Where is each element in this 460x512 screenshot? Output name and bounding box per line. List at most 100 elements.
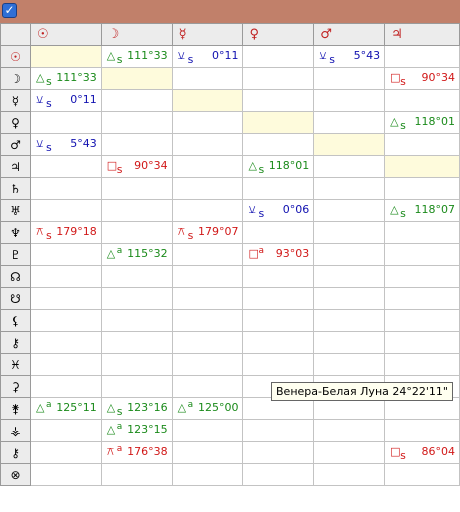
row-header-3[interactable]: ♀ [0, 111, 31, 134]
aspect-cell[interactable] [100, 199, 173, 222]
aspect-cell[interactable] [242, 111, 315, 134]
aspect-cell[interactable] [384, 419, 460, 442]
aspect-cell[interactable] [100, 221, 173, 244]
aspect-cell[interactable]: △ s 111°33 [100, 45, 173, 68]
row-header-6[interactable]: ♄ [0, 177, 31, 200]
aspect-cell[interactable] [171, 331, 244, 354]
aspect-cell[interactable] [100, 309, 173, 332]
row-header-4[interactable]: ♂ [0, 133, 31, 156]
row-header-11[interactable]: ☋ [0, 287, 31, 310]
row-header-18[interactable]: ⚷ [0, 441, 31, 464]
column-header-1[interactable]: ☽ [100, 23, 173, 46]
aspect-cell[interactable] [242, 331, 315, 354]
aspect-cell[interactable] [242, 67, 315, 90]
aspect-cell[interactable] [171, 441, 244, 464]
column-header-4[interactable]: ♂ [313, 23, 386, 46]
aspect-cell[interactable]: □ a 93°03 [242, 243, 315, 266]
row-header-19[interactable]: ⊗ [0, 463, 31, 486]
aspect-cell[interactable]: ⚺ s 0°06 [242, 199, 315, 222]
aspect-cell[interactable] [313, 221, 386, 244]
aspect-cell[interactable] [100, 463, 173, 486]
aspect-cell[interactable] [384, 89, 460, 112]
aspect-cell[interactable]: ⚻ s 179°07 [171, 221, 244, 244]
row-header-7[interactable]: ♅ [0, 199, 31, 222]
aspect-cell[interactable] [29, 441, 102, 464]
aspect-cell[interactable] [29, 309, 102, 332]
aspect-cell[interactable] [313, 419, 386, 442]
row-header-2[interactable]: ☿ [0, 89, 31, 112]
aspect-cell[interactable] [29, 287, 102, 310]
aspect-cell[interactable] [313, 441, 386, 464]
aspect-cell[interactable] [29, 177, 102, 200]
aspect-cell[interactable]: △ s 111°33 [29, 67, 102, 90]
aspect-cell[interactable] [313, 353, 386, 376]
aspect-cell[interactable] [384, 331, 460, 354]
row-header-1[interactable]: ☽ [0, 67, 31, 90]
aspect-cell[interactable] [384, 45, 460, 68]
aspect-cell[interactable] [171, 265, 244, 288]
aspect-cell[interactable] [242, 353, 315, 376]
aspect-cell[interactable] [313, 89, 386, 112]
aspect-cell[interactable] [171, 243, 244, 266]
aspect-cell[interactable] [242, 89, 315, 112]
aspect-cell[interactable] [313, 111, 386, 134]
aspect-cell[interactable] [313, 463, 386, 486]
aspect-cell[interactable]: △ s 123°16 [100, 397, 173, 420]
aspect-cell[interactable] [100, 111, 173, 134]
row-header-8[interactable]: ♆ [0, 221, 31, 244]
row-header-16[interactable]: ⚵ [0, 397, 31, 420]
aspect-cell[interactable] [384, 221, 460, 244]
aspect-cell[interactable] [242, 287, 315, 310]
aspect-cell[interactable] [313, 67, 386, 90]
column-header-2[interactable]: ☿ [171, 23, 244, 46]
aspect-cell[interactable] [29, 111, 102, 134]
aspect-cell[interactable] [171, 177, 244, 200]
aspect-cell[interactable] [242, 419, 315, 442]
aspect-cell[interactable] [100, 375, 173, 398]
column-header-5[interactable]: ♃ [384, 23, 460, 46]
aspect-cell[interactable] [384, 177, 460, 200]
row-header-17[interactable]: ⚶ [0, 419, 31, 442]
aspect-cell[interactable]: □ s 90°34 [100, 155, 173, 178]
aspect-cell[interactable] [242, 221, 315, 244]
row-header-14[interactable]: ♓ [0, 353, 31, 376]
aspect-cell[interactable]: △ s 118°01 [242, 155, 315, 178]
aspect-cell[interactable]: ⚺ s 5°43 [313, 45, 386, 68]
aspect-cell[interactable]: △ a 125°00 [171, 397, 244, 420]
column-header-0[interactable]: ☉ [29, 23, 102, 46]
aspect-cell[interactable]: △ s 118°01 [384, 111, 460, 134]
row-header-5[interactable]: ♃ [0, 155, 31, 178]
aspect-cell[interactable] [29, 243, 102, 266]
aspect-cell[interactable] [384, 155, 460, 178]
aspect-cell[interactable]: △ s 118°07 [384, 199, 460, 222]
aspect-cell[interactable] [29, 331, 102, 354]
aspect-cell[interactable] [29, 353, 102, 376]
row-header-9[interactable]: ♇ [0, 243, 31, 266]
aspect-cell[interactable] [171, 419, 244, 442]
aspect-cell[interactable] [100, 177, 173, 200]
row-header-12[interactable]: ⚸ [0, 309, 31, 332]
aspect-cell[interactable] [384, 463, 460, 486]
aspect-cell[interactable] [100, 89, 173, 112]
row-header-0[interactable]: ☉ [0, 45, 31, 68]
aspect-cell[interactable] [171, 89, 244, 112]
aspect-cell[interactable] [313, 133, 386, 156]
aspect-cell[interactable] [100, 133, 173, 156]
aspect-cell[interactable]: ⚺ s 0°11 [171, 45, 244, 68]
aspect-cell[interactable] [313, 309, 386, 332]
aspect-cell[interactable] [171, 199, 244, 222]
aspect-cell[interactable] [313, 331, 386, 354]
aspect-cell[interactable] [171, 111, 244, 134]
aspect-cell[interactable] [242, 133, 315, 156]
aspect-cell[interactable] [100, 353, 173, 376]
aspect-cell[interactable] [313, 155, 386, 178]
aspect-cell[interactable] [100, 331, 173, 354]
checkmark-app-icon[interactable]: ✓ [2, 3, 17, 18]
aspect-cell[interactable] [384, 265, 460, 288]
aspect-cell[interactable]: △ a 115°32 [100, 243, 173, 266]
aspect-cell[interactable] [313, 177, 386, 200]
aspect-cell[interactable] [29, 419, 102, 442]
aspect-cell[interactable] [29, 155, 102, 178]
aspect-cell[interactable]: □ s 90°34 [384, 67, 460, 90]
aspect-cell[interactable]: ⚻ s 179°18 [29, 221, 102, 244]
